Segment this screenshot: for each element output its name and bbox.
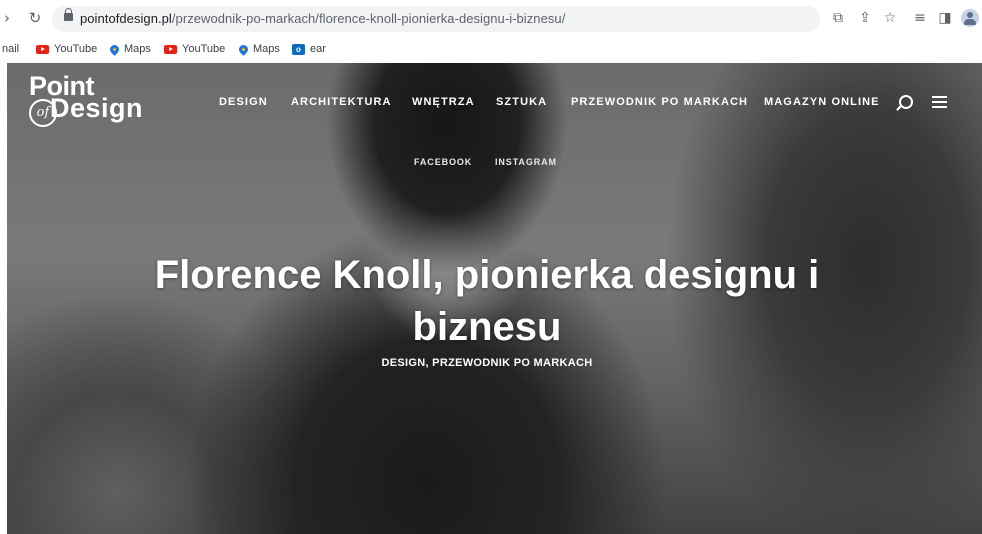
- social-facebook[interactable]: FACEBOOK: [414, 157, 472, 167]
- hamburger-menu-icon[interactable]: [932, 96, 947, 108]
- address-bar[interactable]: pointofdesign.pl/przewodnik-po-markach/f…: [52, 6, 820, 32]
- article-categories[interactable]: DESIGN, PRZEWODNIK PO MARKACH: [137, 357, 837, 369]
- social-instagram[interactable]: INSTAGRAM: [495, 157, 557, 167]
- nav-magazyn-online[interactable]: MAGAZYN ONLINE: [764, 96, 880, 108]
- url-text[interactable]: pointofdesign.pl/przewodnik-po-markach/f…: [80, 11, 565, 26]
- hero-image: Point of Design DESIGN ARCHITEKTURA WNĘT…: [7, 63, 982, 534]
- maps-icon: [108, 42, 121, 56]
- bookmark-youtube[interactable]: YouTube: [36, 40, 97, 58]
- share-icon[interactable]: ⇪: [856, 9, 874, 27]
- nav-przewodnik-po-markach[interactable]: PRZEWODNIK PO MARKACH: [571, 96, 748, 108]
- lock-icon[interactable]: [64, 8, 73, 21]
- bookmark-item[interactable]: nail: [2, 40, 19, 58]
- youtube-icon: [164, 44, 177, 54]
- reload-icon[interactable]: ↻: [26, 9, 44, 27]
- outlook-icon: o: [292, 43, 305, 55]
- bookmark-youtube[interactable]: YouTube: [164, 40, 225, 58]
- article-title: Florence Knoll, pionierka designu i bizn…: [154, 253, 820, 349]
- bookmark-maps[interactable]: Maps: [237, 40, 280, 58]
- translate-icon[interactable]: ⧉: [829, 9, 847, 27]
- nav-sztuka[interactable]: SZTUKA: [496, 96, 547, 108]
- nav-wnetrza[interactable]: WNĘTRZA: [412, 96, 475, 108]
- bookmark-star-icon[interactable]: ☆: [881, 9, 899, 27]
- forward-icon[interactable]: ›: [0, 9, 16, 27]
- youtube-icon: [36, 44, 49, 54]
- bookmark-outlook[interactable]: o ear: [292, 40, 326, 58]
- search-icon[interactable]: [899, 95, 913, 109]
- maps-icon: [237, 42, 250, 56]
- reading-list-icon[interactable]: ≡: [911, 9, 929, 27]
- logo-text-design: Design: [50, 93, 144, 123]
- side-panel-icon[interactable]: ◨: [936, 9, 954, 27]
- browser-toolbar: › ↻ pointofdesign.pl/przewodnik-po-marka…: [0, 0, 982, 38]
- bookmark-maps[interactable]: Maps: [108, 40, 151, 58]
- profile-avatar[interactable]: [961, 9, 979, 27]
- nav-design[interactable]: DESIGN: [219, 96, 268, 108]
- bookmarks-bar: nail YouTube Maps YouTube Maps o ear: [0, 38, 982, 60]
- nav-architektura[interactable]: ARCHITEKTURA: [291, 96, 392, 108]
